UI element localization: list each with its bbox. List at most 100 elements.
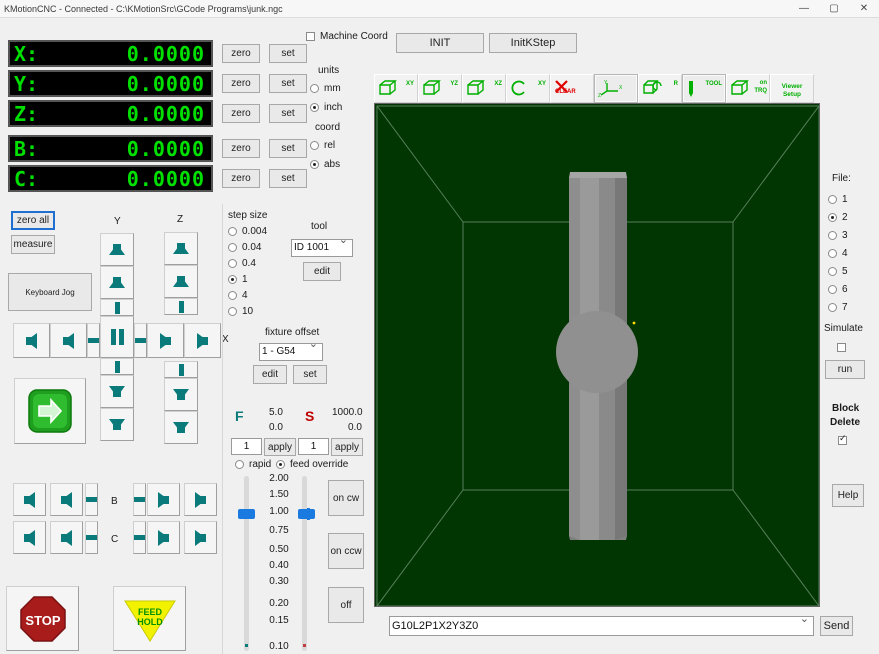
- jog-b-plus-step-button[interactable]: [133, 483, 146, 516]
- jog-x-minus-button[interactable]: [50, 323, 87, 358]
- feed-apply-button[interactable]: apply: [264, 438, 296, 456]
- simulate-checkbox[interactable]: [837, 343, 846, 352]
- rapid-radio-row[interactable]: rapid: [235, 459, 271, 470]
- jog-z-plus-fast-button[interactable]: [164, 232, 198, 265]
- jog-y-plus-fast-button[interactable]: [100, 233, 134, 266]
- coord-option-rel[interactable]: rel: [310, 136, 340, 155]
- step-option-0_004[interactable]: 0.004: [228, 223, 267, 239]
- initkstep-button[interactable]: InitKStep: [489, 33, 577, 53]
- rotate-xy-button[interactable]: XY: [506, 74, 550, 103]
- jog-y-minus-fast-button[interactable]: [100, 408, 134, 441]
- step-option-radio[interactable]: [228, 275, 237, 284]
- set-button[interactable]: set: [269, 139, 307, 158]
- jog-b-plus-fast-button[interactable]: [184, 483, 217, 516]
- file-option-radio[interactable]: [828, 267, 837, 276]
- tool-edit-button[interactable]: edit: [303, 262, 341, 281]
- units-option-radio[interactable]: [310, 84, 319, 93]
- file-option-1[interactable]: 1: [828, 190, 848, 208]
- step-option-radio[interactable]: [228, 291, 237, 300]
- jog-y-minus-button[interactable]: [100, 375, 134, 408]
- rotate-box-button[interactable]: R: [638, 74, 682, 103]
- feed-override-input[interactable]: [231, 438, 262, 455]
- jog-c-minus-fast-button[interactable]: [13, 521, 46, 554]
- feed-override-radio-row[interactable]: feed override: [276, 459, 348, 470]
- step-option-radio[interactable]: [228, 227, 237, 236]
- run-button[interactable]: run: [825, 360, 865, 379]
- step-option-radio[interactable]: [228, 243, 237, 252]
- spindle-on-ccw-button[interactable]: on ccw: [328, 533, 364, 569]
- jog-z-minus-fast-button[interactable]: [164, 411, 198, 444]
- jog-y-plus-button[interactable]: [100, 266, 134, 299]
- jog-y-plus-step-button[interactable]: [100, 299, 134, 316]
- trq-button[interactable]: onTRQ: [726, 74, 770, 103]
- zero-button[interactable]: zero: [222, 44, 260, 63]
- set-button[interactable]: set: [269, 104, 307, 123]
- zero-button[interactable]: zero: [222, 74, 260, 93]
- viewer-setup-button[interactable]: ViewerSetup: [770, 74, 814, 103]
- step-option-radio[interactable]: [228, 259, 237, 268]
- step-option-1[interactable]: 1: [228, 271, 267, 287]
- block-delete-checkbox[interactable]: [838, 436, 847, 445]
- file-option-7[interactable]: 7: [828, 298, 848, 316]
- jog-x-plus-button[interactable]: [147, 323, 184, 358]
- stop-button[interactable]: STOP: [6, 586, 79, 651]
- jog-c-minus-step-button[interactable]: [85, 521, 98, 554]
- fixture-set-button[interactable]: set: [293, 365, 327, 384]
- gcode-3d-viewport[interactable]: [374, 103, 820, 607]
- file-option-5[interactable]: 5: [828, 262, 848, 280]
- step-option-0_04[interactable]: 0.04: [228, 239, 267, 255]
- units-option-radio[interactable]: [310, 103, 319, 112]
- jog-y-minus-step-button[interactable]: [100, 358, 134, 375]
- zero-button[interactable]: zero: [222, 169, 260, 188]
- coord-option-radio[interactable]: [310, 160, 319, 169]
- zero-button[interactable]: zero: [222, 104, 260, 123]
- jog-z-minus-step-button[interactable]: [164, 361, 198, 378]
- help-button[interactable]: Help: [832, 484, 864, 507]
- file-option-3[interactable]: 3: [828, 226, 848, 244]
- tool-select[interactable]: ID 1001: [291, 239, 353, 257]
- units-radio-group[interactable]: mminch: [310, 79, 342, 117]
- jog-b-plus-button[interactable]: [147, 483, 180, 516]
- coord-radio-group[interactable]: relabs: [310, 136, 340, 174]
- view-yz-button[interactable]: YZ: [418, 74, 462, 103]
- view-xy-button[interactable]: XY: [374, 74, 418, 103]
- set-button[interactable]: set: [269, 169, 307, 188]
- jog-x-plus-fast-button[interactable]: [184, 323, 221, 358]
- step-option-0_4[interactable]: 0.4: [228, 255, 267, 271]
- spindle-off-button[interactable]: off: [328, 587, 364, 623]
- init-button[interactable]: INIT: [396, 33, 484, 53]
- file-option-radio[interactable]: [828, 195, 837, 204]
- rapid-slider-track[interactable]: [244, 476, 249, 651]
- jog-x-plus-step-button[interactable]: [134, 323, 147, 358]
- feed-override-radio[interactable]: [276, 460, 285, 469]
- clear-button[interactable]: CLEAR: [550, 74, 594, 103]
- tool-button[interactable]: TOOL: [682, 74, 726, 103]
- jog-b-minus-button[interactable]: [50, 483, 83, 516]
- spindle-apply-button[interactable]: apply: [331, 438, 363, 456]
- mdi-command-input[interactable]: G10L2P1X2Y3Z0: [389, 616, 814, 636]
- file-option-radio[interactable]: [828, 213, 837, 222]
- cycle-start-button[interactable]: [14, 378, 86, 444]
- fixture-edit-button[interactable]: edit: [253, 365, 287, 384]
- jog-b-minus-step-button[interactable]: [85, 483, 98, 516]
- jog-x-minus-fast-button[interactable]: [13, 323, 50, 358]
- step-option-4[interactable]: 4: [228, 287, 267, 303]
- machine-coord-checkbox[interactable]: [306, 32, 315, 41]
- spindle-override-input[interactable]: [298, 438, 329, 455]
- jog-x-minus-step-button[interactable]: [87, 323, 100, 358]
- units-option-inch[interactable]: inch: [310, 98, 342, 117]
- file-option-radio[interactable]: [828, 231, 837, 240]
- jog-c-plus-button[interactable]: [147, 521, 180, 554]
- step-option-radio[interactable]: [228, 307, 237, 316]
- jog-stop-button[interactable]: [100, 316, 134, 358]
- close-button[interactable]: ✕: [849, 0, 879, 18]
- measure-button[interactable]: measure: [11, 235, 55, 254]
- machine-coord-row[interactable]: Machine Coord: [306, 31, 388, 42]
- view-xz-button[interactable]: XZ: [462, 74, 506, 103]
- jog-z-minus-button[interactable]: [164, 378, 198, 411]
- rapid-radio[interactable]: [235, 460, 244, 469]
- jog-c-plus-step-button[interactable]: [133, 521, 146, 554]
- file-option-2[interactable]: 2: [828, 208, 848, 226]
- feed-hold-button[interactable]: FEED HOLD: [113, 586, 186, 651]
- jog-z-plus-button[interactable]: [164, 265, 198, 298]
